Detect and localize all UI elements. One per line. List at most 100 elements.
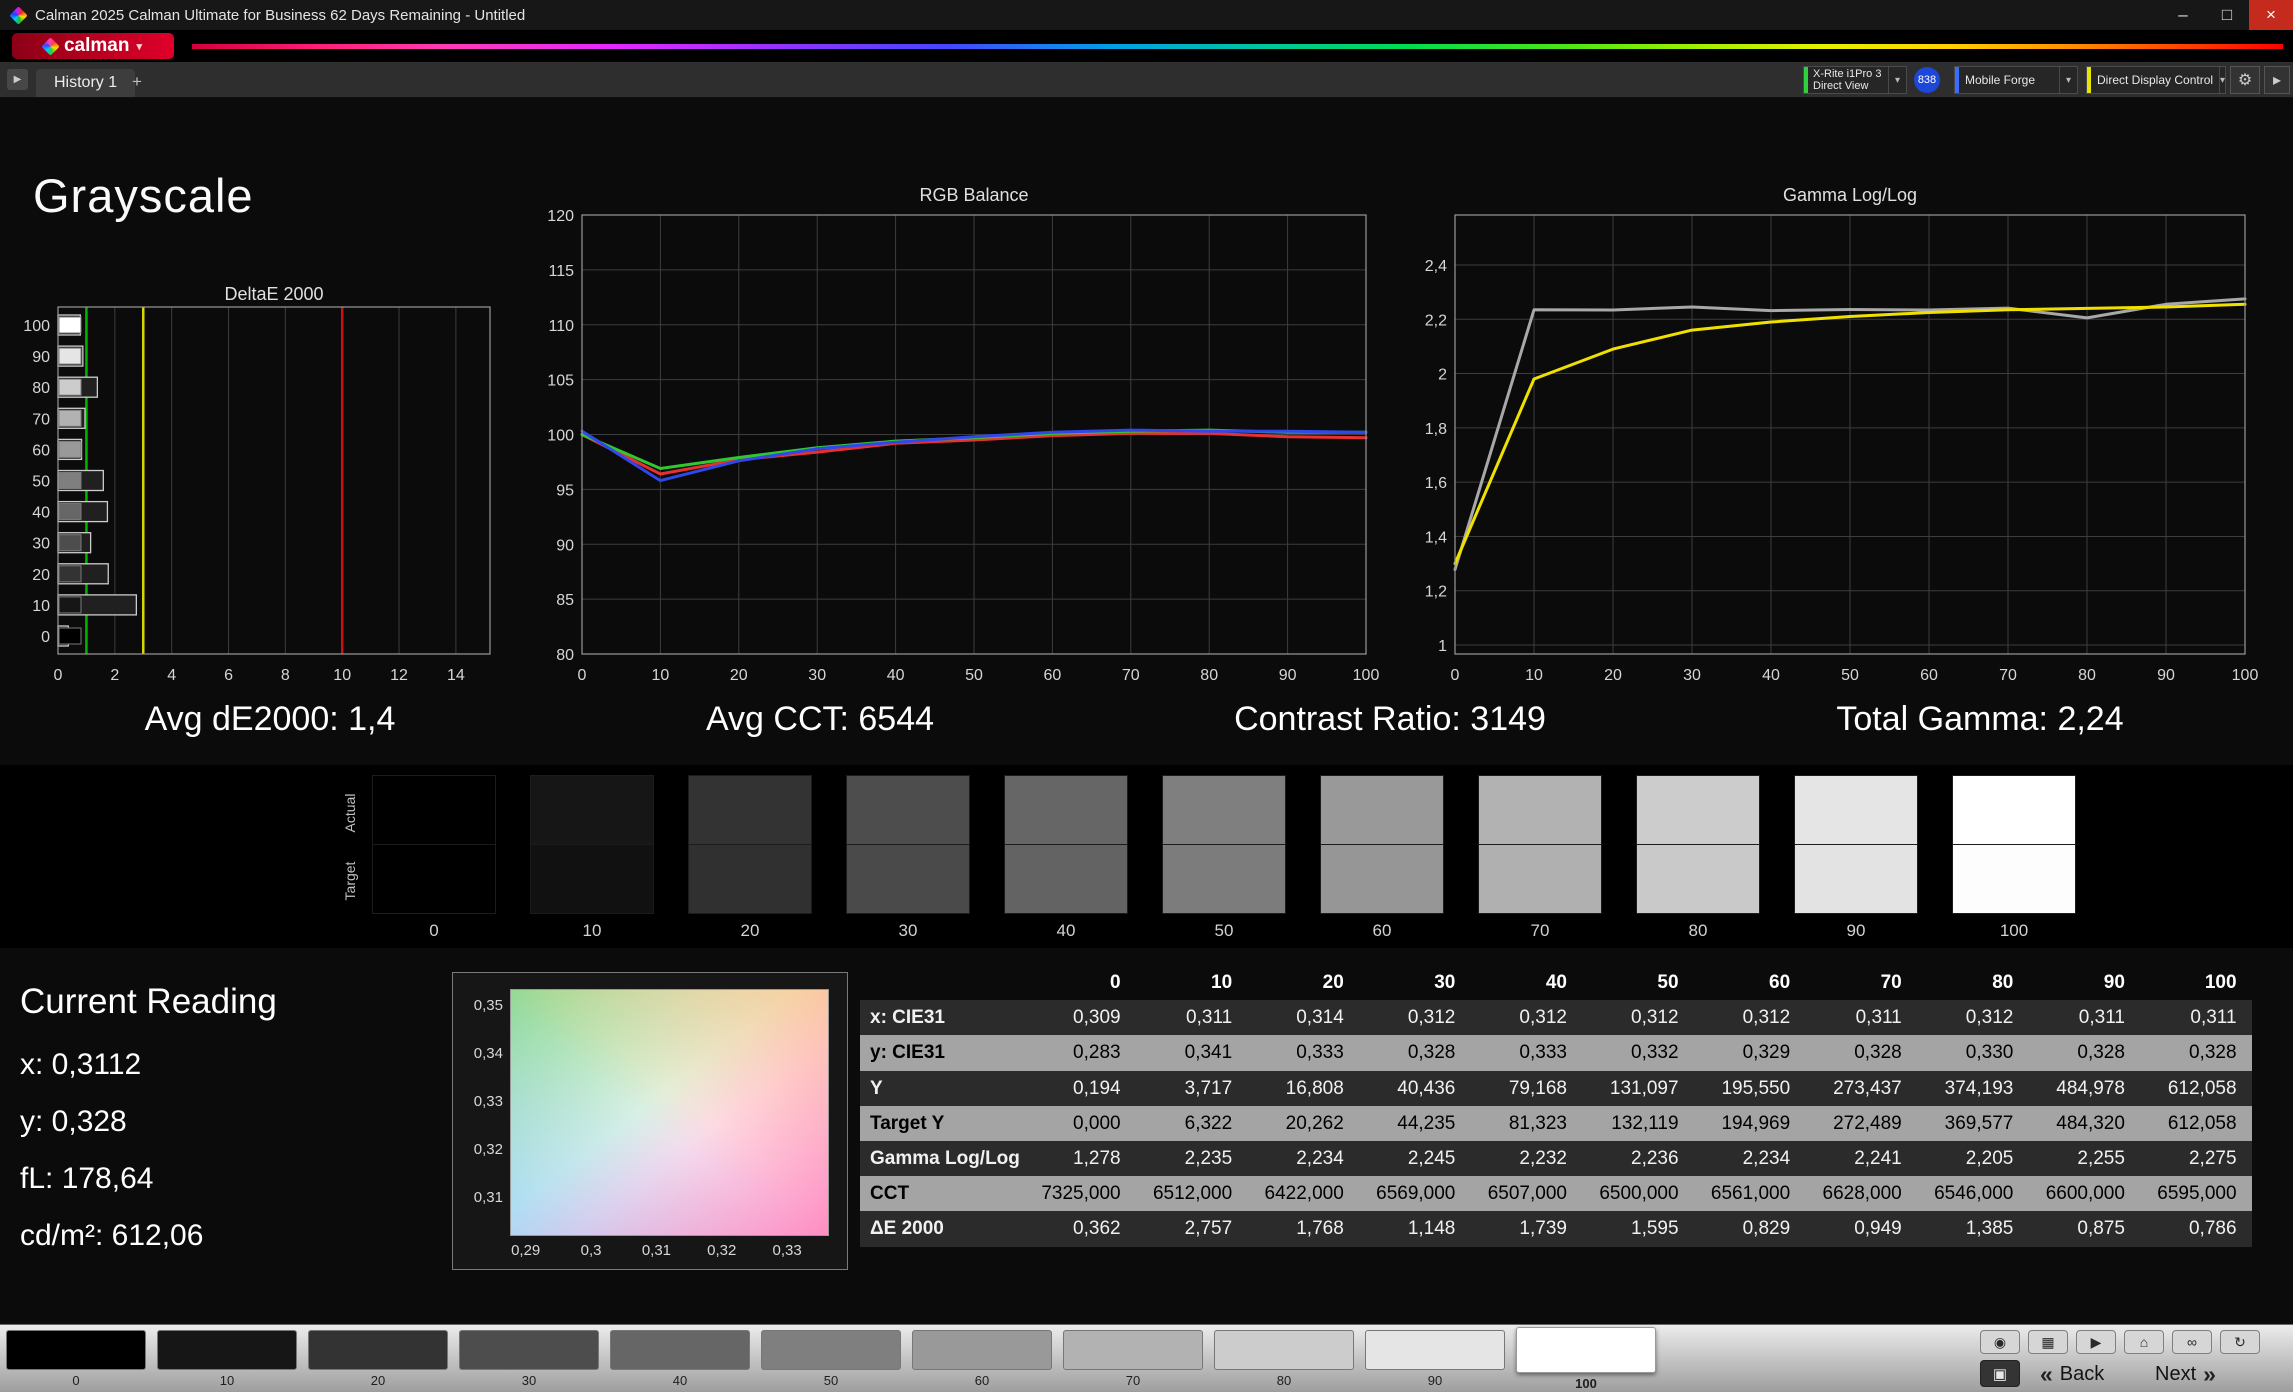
gamma-chart: Gamma Log/Log 11,21,41,61,822,22,4010203… bbox=[1408, 185, 2293, 700]
cie-y-tick-label: 0,32 bbox=[461, 1141, 503, 1158]
continuous-icon[interactable]: ∞ bbox=[2172, 1330, 2212, 1354]
next-button[interactable]: Next » bbox=[2155, 1360, 2216, 1388]
svg-text:1: 1 bbox=[1438, 638, 1447, 655]
pattern-button-30[interactable]: 30 bbox=[459, 1330, 599, 1388]
titlebar: Calman 2025 Calman Ultimate for Business… bbox=[0, 0, 2293, 30]
table-cell: 612,058 bbox=[2140, 1071, 2252, 1106]
table-cell: 194,969 bbox=[1694, 1106, 1806, 1141]
pattern-swatch bbox=[1063, 1330, 1203, 1370]
pattern-level-label: 100 bbox=[1516, 1376, 1656, 1391]
table-cell: 6507,000 bbox=[1470, 1176, 1582, 1211]
chevron-down-icon[interactable]: ▾ bbox=[1888, 67, 1906, 93]
play-icon[interactable]: ▶ bbox=[2076, 1330, 2116, 1354]
swatch-actual bbox=[372, 775, 496, 845]
svg-text:10: 10 bbox=[333, 667, 351, 684]
meter-count-badge: 838 bbox=[1914, 67, 1940, 93]
maximize-button[interactable]: □ bbox=[2205, 0, 2249, 30]
capture-icon[interactable]: ◉ bbox=[1980, 1330, 2020, 1354]
swatch-level-label: 70 bbox=[1478, 921, 1602, 941]
pattern-button-40[interactable]: 40 bbox=[610, 1330, 750, 1388]
source-selector[interactable]: Mobile Forge ▾ bbox=[1954, 66, 2078, 94]
pattern-button-90[interactable]: 90 bbox=[1365, 1330, 1505, 1388]
calman-menu-button[interactable]: calman ▾ bbox=[12, 33, 174, 59]
pattern-level-label: 0 bbox=[6, 1373, 146, 1388]
refresh-icon[interactable]: ↻ bbox=[2220, 1330, 2260, 1354]
swatch-target bbox=[1636, 845, 1760, 914]
pattern-grid-icon[interactable]: ▦ bbox=[2028, 1330, 2068, 1354]
pattern-swatch bbox=[610, 1330, 750, 1370]
deltae-chart-plot: 010203040506070809010002468101214 bbox=[10, 284, 510, 684]
pattern-button-20[interactable]: 20 bbox=[308, 1330, 448, 1388]
svg-text:60: 60 bbox=[1044, 667, 1062, 684]
table-cell: 79,168 bbox=[1470, 1071, 1582, 1106]
stat-avg-cct: Avg CCT: 6544 bbox=[540, 700, 1100, 746]
pattern-window-button[interactable]: ▣ bbox=[1980, 1360, 2020, 1387]
table-row: ΔE 20000,3622,7571,7681,1481,7391,5950,8… bbox=[860, 1211, 2252, 1246]
table-cell: 0,311 bbox=[2028, 1000, 2140, 1035]
pattern-button-70[interactable]: 70 bbox=[1063, 1330, 1203, 1388]
table-cell: 2,234 bbox=[1694, 1141, 1806, 1176]
table-cell: 6561,000 bbox=[1694, 1176, 1806, 1211]
panel-toggle-button[interactable]: ▸ bbox=[2264, 66, 2290, 94]
swatch-target bbox=[1478, 845, 1602, 914]
table-cell: 0,949 bbox=[1805, 1211, 1917, 1246]
table-row-label: x: CIE31 bbox=[860, 1000, 1024, 1035]
swatch-actual bbox=[1004, 775, 1128, 845]
actual-row-label: Actual bbox=[342, 781, 358, 845]
svg-text:10: 10 bbox=[1525, 667, 1543, 684]
pattern-button-80[interactable]: 80 bbox=[1214, 1330, 1354, 1388]
svg-text:40: 40 bbox=[1762, 667, 1780, 684]
rgb-balance-chart-plot: 8085909510010511011512001020304050607080… bbox=[540, 185, 1400, 700]
current-reading-title: Current Reading bbox=[20, 982, 277, 1022]
pattern-button-100[interactable]: 100 bbox=[1516, 1330, 1656, 1391]
svg-text:120: 120 bbox=[547, 208, 574, 225]
add-tab-button[interactable]: + bbox=[126, 71, 148, 93]
svg-text:50: 50 bbox=[32, 474, 50, 491]
settings-button[interactable]: ⚙ bbox=[2230, 66, 2260, 94]
swatch-actual bbox=[1952, 775, 2076, 845]
table-cell: 2,236 bbox=[1582, 1141, 1694, 1176]
pattern-button-10[interactable]: 10 bbox=[157, 1330, 297, 1388]
grayscale-swatch-10: 10 bbox=[530, 775, 654, 941]
svg-text:30: 30 bbox=[1683, 667, 1701, 684]
deltae-chart: DeltaE 2000 0102030405060708090100024681… bbox=[10, 284, 510, 684]
pattern-button-50[interactable]: 50 bbox=[761, 1330, 901, 1388]
window-controls: – □ × bbox=[2161, 0, 2293, 30]
pattern-swatch bbox=[1365, 1330, 1505, 1370]
swatch-level-label: 60 bbox=[1320, 921, 1444, 941]
chevron-down-icon[interactable]: ▾ bbox=[2059, 67, 2077, 93]
table-col-header: 80 bbox=[1917, 965, 2029, 1000]
pattern-swatch bbox=[912, 1330, 1052, 1370]
table-row: Gamma Log/Log1,2782,2352,2342,2452,2322,… bbox=[860, 1141, 2252, 1176]
pattern-level-label: 50 bbox=[761, 1373, 901, 1388]
chevron-down-icon[interactable]: ▾ bbox=[2219, 67, 2225, 93]
table-cell: 3,717 bbox=[1136, 1071, 1248, 1106]
tab-history-1[interactable]: History 1 bbox=[36, 69, 135, 97]
display-control-selector[interactable]: Direct Display Control ▾ bbox=[2086, 66, 2226, 94]
table-row-label: y: CIE31 bbox=[860, 1035, 1024, 1070]
gear-icon: ⚙ bbox=[2238, 70, 2252, 90]
back-arrow-icon: « bbox=[2040, 1361, 2053, 1388]
home-icon[interactable]: ⌂ bbox=[2124, 1330, 2164, 1354]
svg-text:1,6: 1,6 bbox=[1425, 475, 1447, 492]
pattern-swatch bbox=[6, 1330, 146, 1370]
reading-fl: fL: 178,64 bbox=[20, 1150, 277, 1207]
grayscale-swatch-20: 20 bbox=[688, 775, 812, 941]
close-button[interactable]: × bbox=[2249, 0, 2293, 30]
back-button[interactable]: « Back bbox=[2040, 1360, 2104, 1388]
meter-selector[interactable]: X-Rite i1Pro 3 Direct View ▾ bbox=[1803, 66, 1907, 94]
pattern-swatch bbox=[1214, 1330, 1354, 1370]
svg-text:90: 90 bbox=[556, 537, 574, 554]
table-row-label: Target Y bbox=[860, 1106, 1024, 1141]
table-row: y: CIE310,2830,3410,3330,3280,3330,3320,… bbox=[860, 1035, 2252, 1070]
grayscale-swatch-80: 80 bbox=[1636, 775, 1760, 941]
table-cell: 0,328 bbox=[1359, 1035, 1471, 1070]
pattern-button-60[interactable]: 60 bbox=[912, 1330, 1052, 1388]
layout-expand-button[interactable]: ▶ bbox=[7, 69, 28, 90]
table-cell: 0,330 bbox=[1917, 1035, 2029, 1070]
minimize-button[interactable]: – bbox=[2161, 0, 2205, 30]
table-row-label: ΔE 2000 bbox=[860, 1211, 1024, 1246]
table-col-header: 90 bbox=[2028, 965, 2140, 1000]
swatch-target bbox=[688, 845, 812, 914]
pattern-button-0[interactable]: 0 bbox=[6, 1330, 146, 1388]
